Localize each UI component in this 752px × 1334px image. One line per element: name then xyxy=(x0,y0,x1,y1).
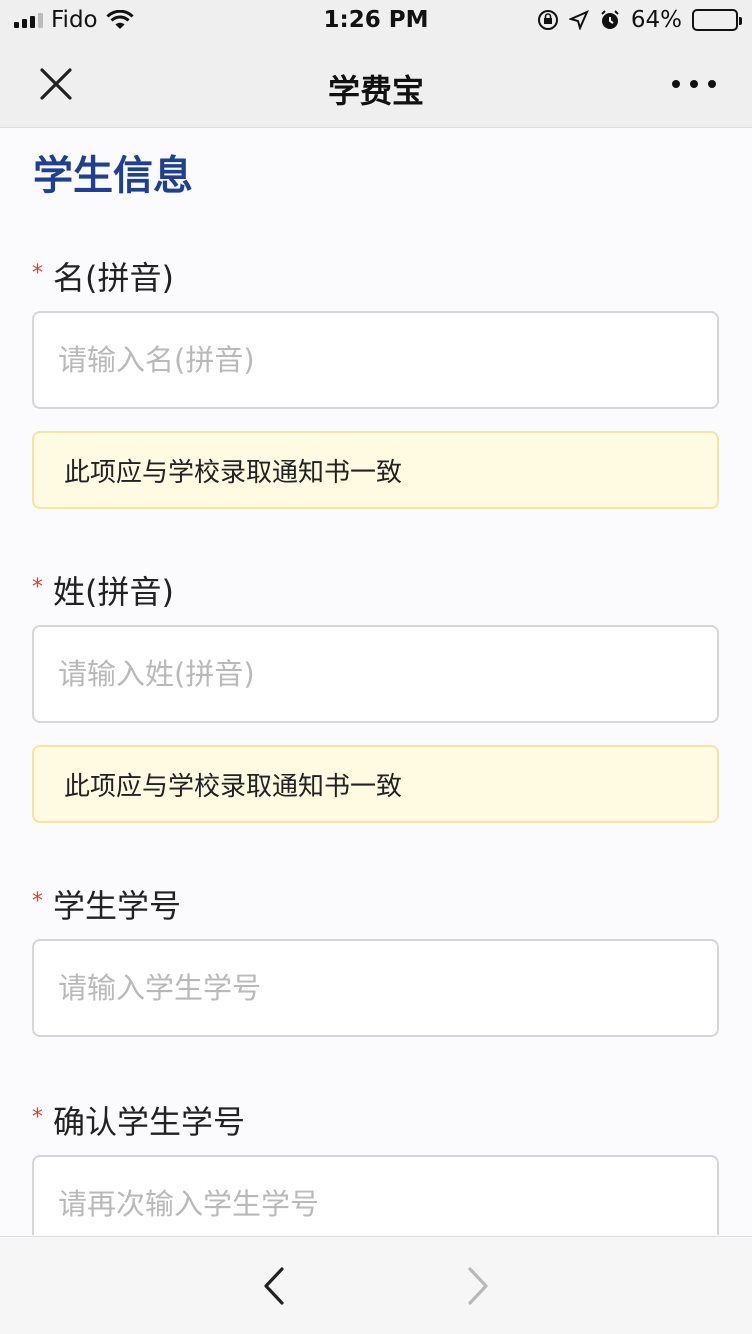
student-id-input[interactable] xyxy=(32,939,719,1037)
carrier-name: Fido xyxy=(51,7,98,33)
last-name-label-text: 姓(拼音) xyxy=(53,573,174,611)
confirm-student-id-label-text: 确认学生学号 xyxy=(53,1103,246,1141)
first-name-label-text: 名(拼音) xyxy=(53,259,174,297)
alarm-icon xyxy=(601,10,619,29)
required-mark: * xyxy=(32,888,43,914)
more-button[interactable] xyxy=(672,66,716,102)
confirm-student-id-input[interactable] xyxy=(32,1155,719,1235)
forward-button[interactable] xyxy=(460,1265,494,1307)
battery-icon xyxy=(692,9,742,31)
back-button[interactable] xyxy=(258,1265,292,1307)
last-name-label: * 姓(拼音) xyxy=(32,567,174,613)
required-mark: * xyxy=(32,1104,43,1130)
required-mark: * xyxy=(32,260,43,286)
chevron-left-icon xyxy=(264,1267,284,1305)
nav-bar: 学费宝 xyxy=(0,40,752,128)
last-name-hint: 此项应与学校录取通知书一致 xyxy=(32,745,719,823)
battery-percent: 64% xyxy=(630,7,682,33)
first-name-input[interactable] xyxy=(32,311,719,409)
first-name-label: * 名(拼音) xyxy=(32,253,174,299)
required-mark: * xyxy=(32,574,43,600)
student-id-label: * 学生学号 xyxy=(32,881,181,927)
last-name-hint-text: 此项应与学校录取通知书一致 xyxy=(64,771,403,802)
confirm-student-id-label: * 确认学生学号 xyxy=(32,1097,245,1143)
form-content: 学生信息 * 名(拼音) 此项应与学校录取通知书一致 * 姓(拼音) 此项应与学… xyxy=(0,129,752,1235)
status-right: 64% xyxy=(537,7,742,33)
signal-icon xyxy=(14,12,43,28)
first-name-hint-text: 此项应与学校录取通知书一致 xyxy=(64,457,403,488)
orientation-lock-icon xyxy=(537,10,558,30)
wifi-icon xyxy=(106,10,134,29)
status-left: Fido xyxy=(14,7,134,33)
chevron-right-icon xyxy=(468,1267,488,1305)
page-title: 学费宝 xyxy=(327,72,424,110)
last-name-input[interactable] xyxy=(32,625,719,723)
location-icon xyxy=(568,10,589,30)
more-icon xyxy=(672,80,716,88)
section-title: 学生信息 xyxy=(33,153,193,199)
student-id-label-text: 学生学号 xyxy=(53,887,182,925)
status-bar: Fido 1:26 PM 64% xyxy=(0,0,752,40)
first-name-hint: 此项应与学校录取通知书一致 xyxy=(32,431,719,509)
browser-toolbar xyxy=(0,1236,752,1334)
